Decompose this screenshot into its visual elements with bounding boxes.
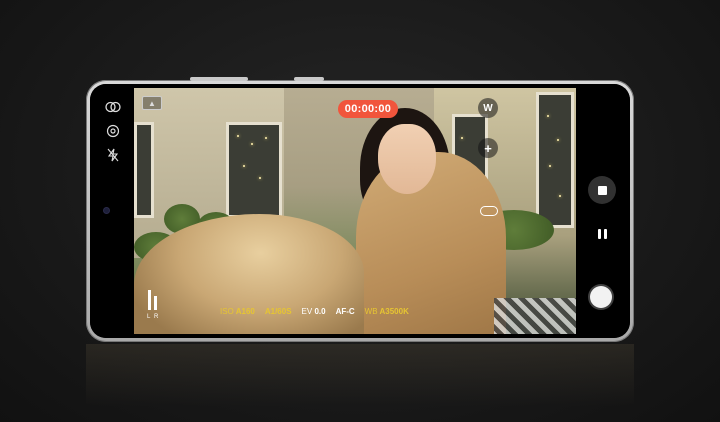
double-circle-icon[interactable] (104, 98, 122, 116)
stop-icon[interactable] (588, 176, 616, 204)
iso-key: ISO (220, 306, 234, 316)
audio-label-left: L (147, 314, 151, 320)
zoom-wide-button[interactable]: W (478, 98, 498, 118)
pause-icon[interactable] (590, 222, 614, 246)
zoom-in-button[interactable]: + (478, 138, 498, 158)
viewfinder[interactable]: ▲ 00:00:00 W + L R ISO A160 A1/60S EV 0.… (134, 88, 576, 334)
ev-setting[interactable]: EV 0.0 (302, 307, 326, 316)
audio-bar-left (148, 290, 151, 310)
audio-label-right: R (154, 314, 159, 320)
wb-setting[interactable]: WB A3500K (365, 307, 409, 316)
ois-icon[interactable] (104, 122, 122, 140)
audio-bar-right (154, 296, 157, 310)
scene-window (226, 122, 282, 218)
exposure-info-bar: ISO A160 A1/60S EV 0.0 AF-C WB A3500K (220, 302, 409, 320)
front-camera (104, 208, 109, 213)
phone-frame: ▲ 00:00:00 W + L R ISO A160 A1/60S EV 0.… (86, 77, 634, 342)
flash-off-icon[interactable] (104, 146, 122, 164)
iso-setting[interactable]: ISO A160 (220, 307, 255, 316)
power-button (294, 77, 324, 81)
volume-button (190, 77, 248, 81)
phone-reflection (86, 344, 634, 422)
right-control-panel (576, 84, 630, 338)
audio-level-meter: L R (146, 284, 160, 320)
wb-key: WB (364, 306, 378, 316)
ev-key: EV (301, 306, 313, 316)
camera-screen: ▲ 00:00:00 W + L R ISO A160 A1/60S EV 0.… (90, 84, 630, 338)
mountain-icon[interactable]: ▲ (142, 96, 162, 110)
scene-window-far (536, 92, 574, 228)
scene-floor (494, 298, 576, 334)
focus-value: AF-C (335, 306, 355, 316)
scene-person-face (378, 124, 436, 194)
left-control-strip (90, 84, 134, 338)
shutter-value: A1/60S (264, 306, 292, 316)
zoom-slider-thumb[interactable] (480, 206, 498, 216)
shutter-setting[interactable]: A1/60S (265, 307, 292, 316)
ev-value: 0.0 (314, 306, 326, 316)
focus-setting[interactable]: AF-C (336, 307, 355, 316)
shutter-icon[interactable] (590, 286, 612, 308)
recording-timer: 00:00:00 (338, 100, 398, 118)
wb-value: A3500K (379, 306, 409, 316)
scene-window-left (134, 122, 154, 218)
iso-value: A160 (235, 306, 255, 316)
